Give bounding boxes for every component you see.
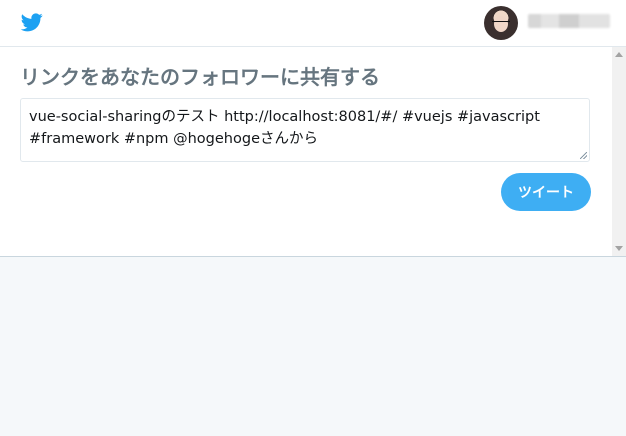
- tweet-textarea[interactable]: vue-social-sharingのテスト http://localhost:…: [20, 98, 590, 162]
- share-heading: リンクをあなたのフォロワーに共有する: [20, 65, 380, 89]
- user-avatar[interactable]: [484, 6, 518, 40]
- twitter-logo-icon[interactable]: [20, 11, 44, 33]
- scroll-down-icon[interactable]: [615, 246, 623, 251]
- avatar-glasses: [492, 21, 510, 28]
- vertical-scrollbar[interactable]: [612, 47, 626, 256]
- top-bar: [0, 0, 626, 47]
- tweet-button[interactable]: ツイート: [501, 173, 591, 211]
- resize-grip-icon[interactable]: [580, 152, 587, 159]
- username-blurred[interactable]: [528, 14, 610, 28]
- scroll-up-icon[interactable]: [615, 52, 623, 57]
- share-content: リンクをあなたのフォロワーに共有する vue-social-sharingのテス…: [0, 47, 612, 256]
- tweet-text[interactable]: vue-social-sharingのテスト http://localhost:…: [29, 109, 545, 147]
- share-popup: リンクをあなたのフォロワーに共有する vue-social-sharingのテス…: [0, 0, 626, 257]
